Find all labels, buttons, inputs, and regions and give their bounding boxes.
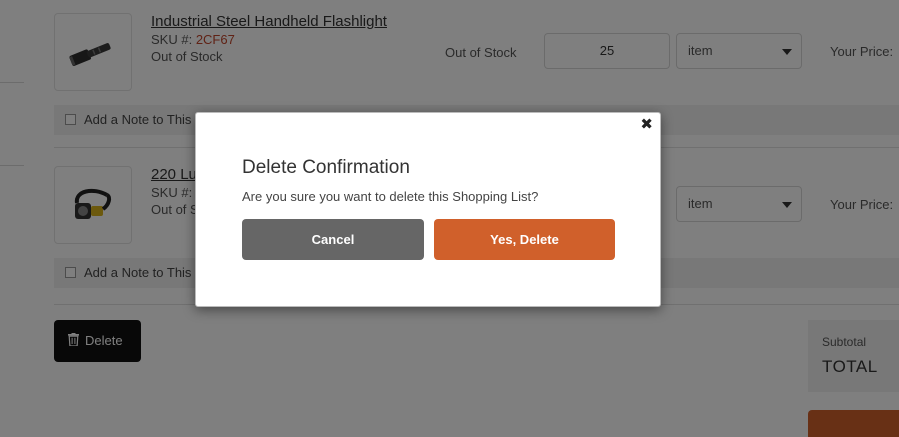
delete-confirmation-dialog: ✖ Delete Confirmation Are you sure you w… [195,112,661,307]
close-icon[interactable]: ✖ [640,116,653,134]
dialog-title: Delete Confirmation [242,157,410,178]
confirm-delete-button[interactable]: Yes, Delete [434,219,615,260]
cancel-button[interactable]: Cancel [242,219,424,260]
dialog-message: Are you sure you want to delete this Sho… [242,189,539,204]
